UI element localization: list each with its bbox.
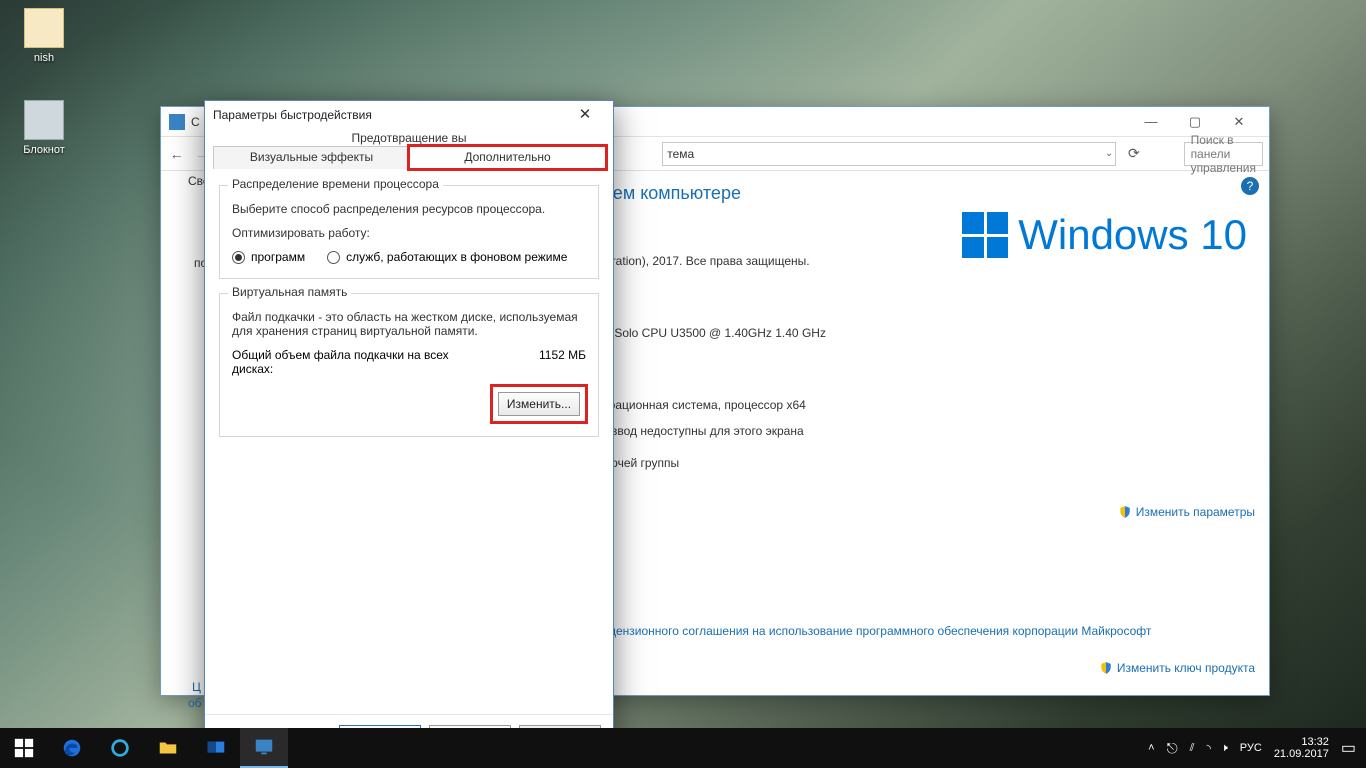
desktop-icon-nish[interactable]: nish <box>8 8 80 64</box>
cpu-value-suffix: (TM)2 Solo CPU U3500 @ 1.40GHz 1.40 GHz <box>579 326 1255 340</box>
icon-label: nish <box>8 52 80 64</box>
vmem-total-value: 1152 МБ <box>539 348 586 376</box>
tray-volume-icon[interactable]: 🕨 <box>1221 742 1228 755</box>
computer-name: A2LIM <box>579 482 1255 496</box>
address-bar[interactable]: тема ⌄ <box>662 142 1116 166</box>
dialog-body: Распределение времени процессора Выберит… <box>205 169 613 714</box>
folder-icon <box>24 8 64 48</box>
search-placeholder: Поиск в панели управления <box>1191 133 1256 175</box>
dialog-titlebar[interactable]: Параметры быстродействия ✕ <box>205 101 613 129</box>
radio-programs[interactable]: программ <box>232 250 305 264</box>
radio-icon <box>327 251 340 264</box>
control-panel-icon <box>169 114 185 130</box>
tray-clock[interactable]: 13:32 21.09.2017 <box>1274 736 1329 760</box>
minimize-button[interactable]: — <box>1129 108 1173 136</box>
vmem-desc: Файл подкачки - это область на жестком д… <box>232 310 586 338</box>
button-label: Изменить... <box>507 397 571 411</box>
os-type-suffix: я операционная система, процессор x64 <box>579 398 1255 412</box>
tab-label: Дополнительно <box>464 150 550 164</box>
circle-icon <box>109 737 131 759</box>
taskbar-app-2[interactable] <box>192 728 240 768</box>
tray-network-icon[interactable]: ⫽ <box>1190 742 1195 755</box>
taskbar-control-panel[interactable] <box>240 728 288 768</box>
start-button[interactable] <box>0 728 48 768</box>
windows-logo-icon <box>962 212 1008 258</box>
breadcrumb-tail: тема <box>667 147 694 161</box>
vmem-change-button[interactable]: Изменить... <box>498 392 580 416</box>
change-key-text: Изменить ключ продукта <box>1117 661 1255 675</box>
radio-label: программ <box>251 250 305 264</box>
textfile-icon <box>24 100 64 140</box>
refresh-button[interactable]: ⟳ <box>1124 140 1143 168</box>
system-icon <box>253 736 275 758</box>
taskbar-file-explorer[interactable] <box>144 728 192 768</box>
nav-back-button[interactable]: ← <box>167 140 186 168</box>
tray-location-icon[interactable]: ⎋ <box>1167 740 1178 757</box>
tray-time: 13:32 <box>1274 736 1329 748</box>
value-r: р <box>579 548 1255 562</box>
maximize-button[interactable]: ▢ <box>1173 108 1217 136</box>
radio-icon <box>232 251 245 264</box>
tray-chevron-up-icon[interactable]: ˄ <box>1148 742 1154 754</box>
tab-row: Визуальные эффекты Дополнительно <box>213 145 605 169</box>
shield-icon <box>1118 505 1132 519</box>
tab-label: Визуальные эффекты <box>250 150 373 164</box>
change-settings-text: Изменить параметры <box>1136 505 1255 519</box>
tray-language[interactable]: РУС <box>1240 742 1262 754</box>
cpu-group-text: Выберите способ распределения ресурсов п… <box>232 202 586 216</box>
radio-background-services[interactable]: служб, работающих в фоновом режиме <box>327 250 567 264</box>
virtual-memory-group: Виртуальная память Файл подкачки - это о… <box>219 293 599 437</box>
chevron-down-icon[interactable]: ⌄ <box>1105 148 1113 159</box>
cpu-scheduling-group: Распределение времени процессора Выберит… <box>219 185 599 279</box>
taskbar[interactable]: ˄ ⎋ ⫽ ◝ 🕨 РУС 13:32 21.09.2017 ▭ <box>0 728 1366 768</box>
windows-brand-text: Windows 10 <box>1018 211 1247 259</box>
vmem-total-label: Общий объем файла подкачки на всех диска… <box>232 348 472 376</box>
taskbar-edge[interactable] <box>48 728 96 768</box>
windows-logo: Windows 10 <box>962 211 1247 259</box>
window-title-fragment: С <box>191 115 200 129</box>
folder-icon <box>157 737 179 759</box>
touch-suffix: рный ввод недоступны для этого экрана <box>579 424 1255 438</box>
dialog-title: Параметры быстродействия <box>213 108 372 122</box>
system-tray[interactable]: ˄ ⎋ ⫽ ◝ 🕨 РУС 13:32 21.09.2017 ▭ <box>1138 736 1366 760</box>
change-settings-link[interactable]: Изменить параметры <box>1118 505 1255 519</box>
vmem-legend: Виртуальная память <box>228 285 351 299</box>
tray-date: 21.09.2017 <box>1274 748 1329 760</box>
close-button[interactable]: ✕ <box>1217 108 1261 136</box>
optimize-label: Оптимизировать работу: <box>232 226 586 240</box>
taskbar-app-1[interactable] <box>96 728 144 768</box>
left-frag-c: Ц <box>192 680 201 694</box>
tab-advanced[interactable]: Дополнительно <box>409 146 606 169</box>
tray-action-center-icon[interactable]: ▭ <box>1341 738 1356 758</box>
shield-icon <box>1099 661 1113 675</box>
license-link-suffix[interactable]: ия лицензионного соглашения на использов… <box>579 624 1151 638</box>
performance-options-dialog: Параметры быстродействия ✕ Предотвращени… <box>204 100 614 760</box>
left-frag-ob: об <box>188 696 202 710</box>
search-input[interactable]: Поиск в панели управления <box>1184 142 1263 166</box>
page-heading-suffix: вашем компьютере <box>579 183 1255 204</box>
tab-dep-fragment: Предотвращение вы <box>351 131 466 145</box>
dialog-close-button[interactable]: ✕ <box>565 102 605 128</box>
tray-wifi-icon[interactable]: ◝ <box>1207 742 1209 755</box>
edge-icon <box>61 737 83 759</box>
desktop: nish Блокнот С — ▢ ✕ ← → ⌄ ↑ тема ⌄ ⟳ <box>0 0 1366 768</box>
tab-visual-effects[interactable]: Визуальные эффекты <box>213 146 410 169</box>
icon-label: Блокнот <box>8 144 80 156</box>
panel-icon <box>205 737 227 759</box>
desktop-icon-notepad[interactable]: Блокнот <box>8 100 80 156</box>
workgroup-hdr-suffix: ы рабочей группы <box>579 456 1255 470</box>
radio-label: служб, работающих в фоновом режиме <box>346 250 567 264</box>
change-product-key-link[interactable]: Изменить ключ продукта <box>1099 661 1255 675</box>
cpu-group-legend: Распределение времени процессора <box>228 177 443 191</box>
windows-start-icon <box>13 737 35 759</box>
